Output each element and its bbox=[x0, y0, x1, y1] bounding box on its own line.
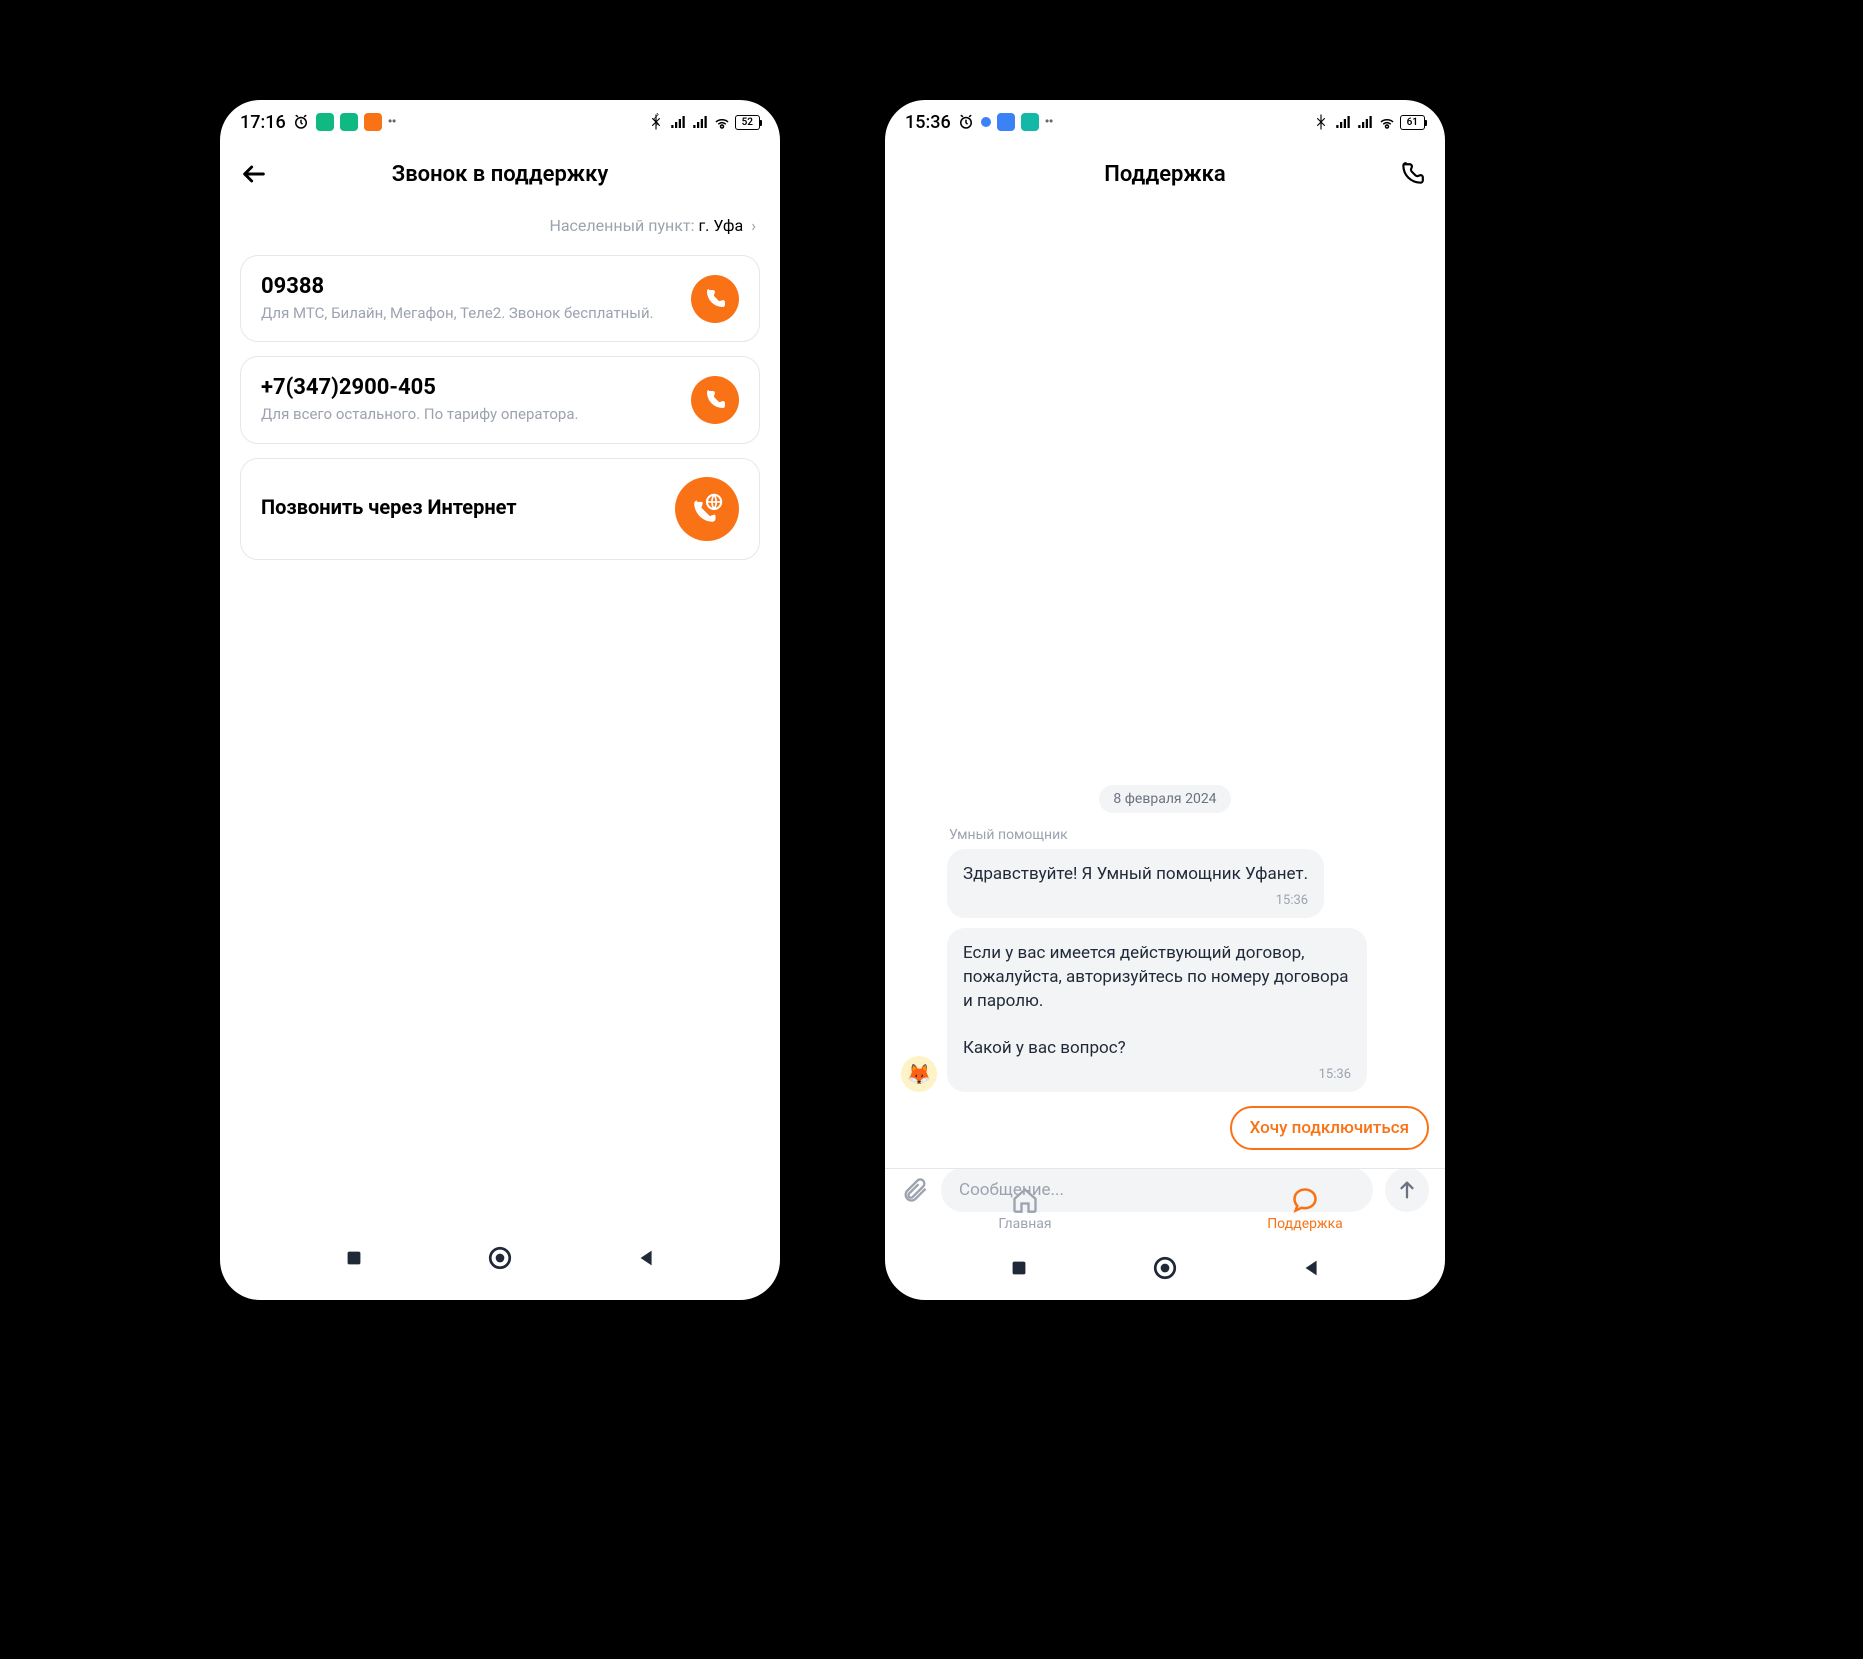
alarm-icon bbox=[292, 113, 310, 131]
battery-indicator: 52 bbox=[735, 115, 760, 130]
system-nav bbox=[885, 1248, 1445, 1288]
message-text: Здравствуйте! Я Умный помощник Уфанет. bbox=[963, 863, 1308, 887]
date-separator: 8 февраля 2024 bbox=[1099, 785, 1230, 813]
bot-avatar: 🦊 bbox=[901, 1056, 937, 1092]
message-time: 15:36 bbox=[963, 893, 1308, 908]
phone-call-support: 17:16 •• 52 Звонок в поддержку Населенны… bbox=[220, 100, 780, 1300]
phone-globe-icon bbox=[690, 492, 724, 526]
system-nav bbox=[220, 1238, 780, 1278]
wifi-icon bbox=[1378, 113, 1396, 131]
phone-icon bbox=[703, 287, 727, 311]
nav-home-button[interactable] bbox=[487, 1245, 513, 1271]
call-card-full-number[interactable]: +7(347)2900-405 Для всего остального. По… bbox=[240, 356, 760, 443]
phone-icon bbox=[703, 388, 727, 412]
nav-recent-button[interactable] bbox=[343, 1247, 365, 1269]
message-text: Если у вас имеется действующий договор, … bbox=[963, 942, 1351, 1061]
quick-reply-chip[interactable]: Хочу подключиться bbox=[1230, 1106, 1429, 1150]
status-bar: 15:36 •• 61 bbox=[885, 100, 1445, 144]
status-app-badge bbox=[316, 113, 334, 131]
status-more-icon: •• bbox=[388, 114, 396, 130]
location-label: Населенный пункт: bbox=[549, 216, 694, 235]
battery-indicator: 61 bbox=[1400, 115, 1425, 130]
home-icon bbox=[1011, 1186, 1039, 1214]
location-city: г. Уфа bbox=[698, 216, 743, 235]
location-selector[interactable]: Населенный пункт: г. Уфа › bbox=[220, 204, 780, 255]
call-button[interactable] bbox=[691, 376, 739, 424]
tab-label: Главная bbox=[998, 1216, 1051, 1232]
call-button[interactable] bbox=[691, 275, 739, 323]
signal-icon bbox=[669, 113, 687, 131]
status-time: 17:16 bbox=[240, 112, 286, 133]
message-row: Здравствуйте! Я Умный помощник Уфанет. 1… bbox=[901, 849, 1429, 918]
internet-call-button[interactable] bbox=[675, 477, 739, 541]
nav-recent-button[interactable] bbox=[1008, 1257, 1030, 1279]
back-button[interactable] bbox=[240, 160, 268, 188]
signal-icon bbox=[1356, 113, 1374, 131]
message-time: 15:36 bbox=[963, 1067, 1351, 1082]
bottom-tabbar: Главная Поддержка bbox=[885, 1168, 1445, 1248]
call-card-internet[interactable]: Позвонить через Интернет bbox=[240, 458, 760, 560]
call-card-short-number[interactable]: 09388 Для МТС, Билайн, Мегафон, Теле2. З… bbox=[240, 255, 760, 342]
status-more-icon: •• bbox=[1045, 114, 1053, 130]
status-app-badge bbox=[364, 113, 382, 131]
bluetooth-icon bbox=[647, 113, 665, 131]
call-number: 09388 bbox=[261, 274, 675, 299]
wifi-icon bbox=[713, 113, 731, 131]
call-number: +7(347)2900-405 bbox=[261, 375, 675, 400]
phone-support-chat: 15:36 •• 61 Поддержка 8 февраля 2024 Умн… bbox=[885, 100, 1445, 1300]
quick-reply-row: Хочу подключиться bbox=[901, 1106, 1429, 1150]
status-app-badge bbox=[1021, 113, 1039, 131]
status-app-badge bbox=[340, 113, 358, 131]
call-description: Для всего остального. По тарифу оператор… bbox=[261, 404, 675, 424]
tab-support[interactable]: Поддержка bbox=[1165, 1169, 1445, 1248]
signal-icon bbox=[1334, 113, 1352, 131]
status-bar: 17:16 •• 52 bbox=[220, 100, 780, 144]
call-support-button[interactable] bbox=[1399, 161, 1425, 187]
bluetooth-icon bbox=[1312, 113, 1330, 131]
chevron-right-icon: › bbox=[751, 216, 756, 235]
message-row: 🦊 Если у вас имеется действующий договор… bbox=[901, 928, 1429, 1092]
sender-name: Умный помощник bbox=[949, 827, 1429, 843]
header: Поддержка bbox=[885, 144, 1445, 204]
page-title: Звонок в поддержку bbox=[392, 162, 609, 187]
nav-back-button[interactable] bbox=[1301, 1257, 1323, 1279]
message-bubble: Если у вас имеется действующий договор, … bbox=[947, 928, 1367, 1092]
chat-icon bbox=[1291, 1186, 1319, 1214]
call-title: Позвонить через Интернет bbox=[261, 495, 659, 519]
message-bubble: Здравствуйте! Я Умный помощник Уфанет. 1… bbox=[947, 849, 1324, 918]
call-description: Для МТС, Билайн, Мегафон, Теле2. Звонок … bbox=[261, 303, 675, 323]
signal-icon bbox=[691, 113, 709, 131]
alarm-icon bbox=[957, 113, 975, 131]
tab-home[interactable]: Главная bbox=[885, 1169, 1165, 1248]
status-dot bbox=[981, 117, 991, 127]
tab-label: Поддержка bbox=[1267, 1216, 1343, 1232]
header: Звонок в поддержку bbox=[220, 144, 780, 204]
nav-back-button[interactable] bbox=[636, 1247, 658, 1269]
call-options-list: 09388 Для МТС, Билайн, Мегафон, Теле2. З… bbox=[220, 255, 780, 560]
nav-home-button[interactable] bbox=[1152, 1255, 1178, 1281]
phone-icon bbox=[1399, 161, 1425, 187]
page-title: Поддержка bbox=[1104, 162, 1226, 187]
status-time: 15:36 bbox=[905, 112, 951, 133]
status-app-badge bbox=[997, 113, 1015, 131]
chat-messages: 8 февраля 2024 Умный помощник Здравствуй… bbox=[885, 204, 1445, 1160]
